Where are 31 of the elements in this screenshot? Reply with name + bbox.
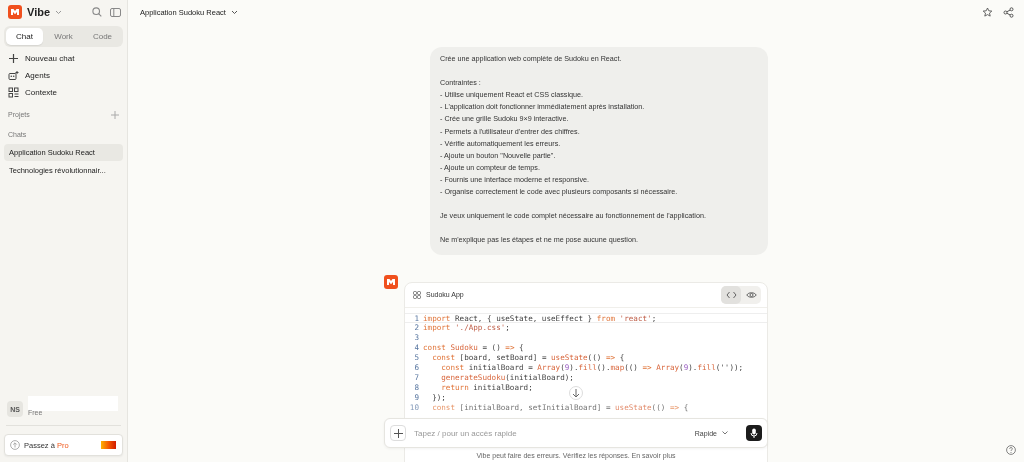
mode-tab[interactable]: Chat — [6, 28, 43, 45]
logo-icon — [8, 5, 22, 19]
chevron-down-icon — [55, 9, 63, 15]
share-icon[interactable] — [1003, 6, 1014, 18]
mode-tab[interactable]: Work — [45, 28, 82, 45]
mode-tab[interactable]: Code — [84, 28, 121, 45]
gradient-badge-icon — [101, 441, 116, 449]
nav-item[interactable]: Nouveau chat — [4, 50, 123, 67]
sidebar-toggle-icon[interactable] — [110, 7, 121, 17]
nav-item[interactable]: Contexte — [4, 84, 123, 101]
nav-item[interactable]: Agents — [4, 67, 123, 84]
grid-icon — [8, 87, 19, 98]
star-icon[interactable] — [982, 6, 993, 18]
microphone-icon — [750, 428, 758, 438]
chevron-down-icon — [230, 9, 238, 15]
arrow-down-icon — [572, 388, 580, 398]
app-menu[interactable]: Vibe — [6, 4, 65, 20]
assistant-logo-icon — [384, 274, 398, 289]
attach-button[interactable] — [390, 425, 406, 441]
search-icon[interactable] — [92, 7, 102, 17]
code-icon — [725, 289, 737, 300]
plus-icon — [8, 53, 19, 64]
chevron-down-icon — [722, 431, 728, 435]
code-view-button[interactable] — [721, 285, 741, 304]
microphone-button[interactable] — [746, 425, 762, 441]
help-icon[interactable] — [1006, 445, 1016, 455]
eye-icon — [745, 289, 757, 300]
app-grid-icon — [413, 290, 421, 299]
plus-icon — [393, 428, 403, 438]
robot-icon — [8, 70, 19, 81]
arrow-up-circle-icon — [10, 440, 20, 450]
